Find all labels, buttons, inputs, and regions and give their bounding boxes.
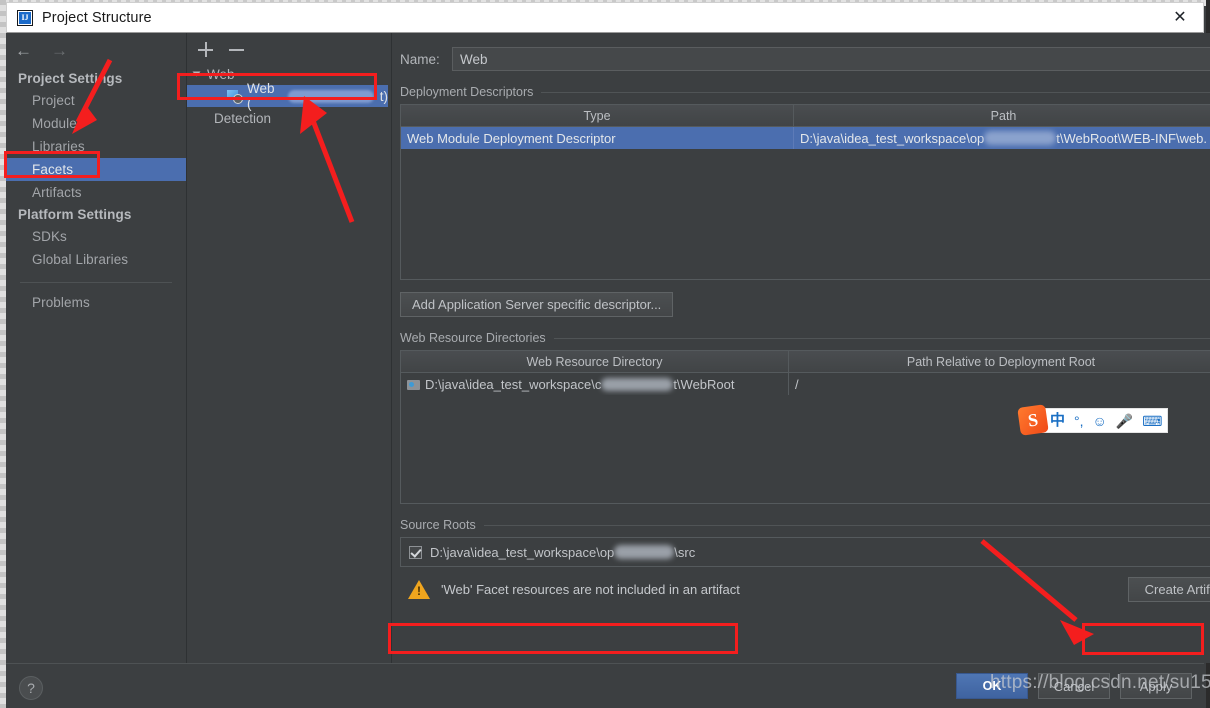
sidebar-nav-arrows: ← → <box>6 36 186 64</box>
cell-descriptor-path-suffix: t\WebRoot\WEB-INF\web. <box>1056 130 1208 146</box>
watermark-text: https://blog.csdn.net/su1573 <box>990 672 1210 693</box>
help-icon[interactable]: ? <box>19 676 43 700</box>
section-divider <box>553 337 1210 339</box>
cell-descriptor-type: Web Module Deployment Descriptor <box>407 130 616 146</box>
settings-sidebar: ← → Project Settings Project Modules Lib… <box>6 33 187 663</box>
cell-web-resource-directory-prefix: D:\java\idea_test_workspace\c <box>425 376 602 392</box>
sidebar-item-artifacts[interactable]: Artifacts <box>6 181 186 204</box>
facet-name-input[interactable] <box>452 47 1210 71</box>
column-header-web-resource-directory[interactable]: Web Resource Directory <box>401 351 788 372</box>
source-root-path: D:\java\idea_test_workspace\op \src <box>430 545 695 560</box>
project-structure-dialog: Project Structure ✕ ← → Project Settings… <box>0 0 1210 708</box>
ime-language-icon[interactable]: 中 <box>1050 413 1065 428</box>
tree-node-detection[interactable]: Detection <box>187 107 391 129</box>
redacted-module-name <box>288 89 374 103</box>
redacted-path-segment <box>601 377 674 391</box>
ime-keyboard-icon[interactable]: ⌨ <box>1142 414 1162 428</box>
back-arrow-icon[interactable]: ← <box>15 42 32 59</box>
tree-node-web-facet-label-prefix: Web ( <box>247 81 275 111</box>
source-root-checkbox[interactable] <box>409 545 422 559</box>
window-titlebar: Project Structure ✕ <box>6 2 1204 33</box>
tree-node-web-facet-label-suffix: t) <box>379 88 388 104</box>
section-divider <box>541 91 1210 93</box>
web-facet-icon <box>227 89 243 104</box>
table-row[interactable]: D:\java\idea_test_workspace\c t\WebRoot / <box>401 373 1210 395</box>
sogou-logo-icon[interactable]: S <box>1017 404 1049 436</box>
deployment-descriptors-table: Type Path Web Module Deployment Descript… <box>400 104 1210 280</box>
remove-facet-icon[interactable] <box>229 42 244 57</box>
facet-name-label: Name: <box>400 51 440 67</box>
sidebar-group-project-settings: Project Settings <box>18 71 123 86</box>
facets-tree-toolbar <box>187 36 391 63</box>
window-title: Project Structure <box>42 9 152 26</box>
source-root-path-prefix: D:\java\idea_test_workspace\op <box>430 544 615 560</box>
deployment-descriptors-table-wrap: Type Path Web Module Deployment Descript… <box>400 104 1210 280</box>
facet-name-row: Name: <box>392 33 1210 71</box>
column-header-path[interactable]: Path <box>793 105 1210 126</box>
sidebar-item-libraries[interactable]: Libraries <box>6 135 186 158</box>
web-resource-directories-table-body: D:\java\idea_test_workspace\c t\WebRoot / <box>401 373 1210 503</box>
deployment-descriptors-section: Deployment Descriptors Type Path Web Mod… <box>392 85 1210 317</box>
column-header-type[interactable]: Type <box>401 105 793 126</box>
tree-node-web-group-label: Web <box>207 66 235 82</box>
redacted-path-segment <box>984 131 1057 145</box>
sidebar-item-facets[interactable]: Facets <box>6 158 186 181</box>
add-application-server-descriptor-button[interactable]: Add Application Server specific descript… <box>400 292 674 317</box>
sidebar-item-problems[interactable]: Problems <box>6 291 186 314</box>
create-artifact-button[interactable]: Create Artifact <box>1127 577 1210 602</box>
sidebar-item-sdks[interactable]: SDKs <box>6 225 186 248</box>
warning-message: 'Web' Facet resources are not included i… <box>441 582 740 597</box>
source-roots-title: Source Roots <box>400 518 476 532</box>
redacted-path-segment <box>614 545 675 559</box>
table-row[interactable]: Web Module Deployment Descriptor D:\java… <box>401 127 1210 149</box>
sogou-ime-toolbar[interactable]: S 中 °, ☺ 🎤 ⌨ <box>1017 404 1169 436</box>
sidebar-divider <box>20 282 172 283</box>
section-divider <box>483 524 1210 526</box>
web-resource-directories-title: Web Resource Directories <box>400 331 546 345</box>
ime-emoji-icon[interactable]: ☺ <box>1093 414 1107 428</box>
cell-web-resource-directory-suffix: t\WebRoot <box>673 376 735 392</box>
sidebar-item-list: Project Settings Project Modules Librari… <box>6 68 186 314</box>
warning-banner: 'Web' Facet resources are not included i… <box>400 576 748 603</box>
source-roots-list: D:\java\idea_test_workspace\op \src <box>400 537 1210 567</box>
source-roots-title-row: Source Roots <box>400 518 1210 532</box>
deployment-descriptors-title: Deployment Descriptors <box>400 85 534 99</box>
cell-descriptor-path: D:\java\idea_test_workspace\op t\WebRoot\… <box>793 127 1210 149</box>
cell-path-relative: / <box>788 373 1210 395</box>
table-header-row: Type Path <box>401 105 1210 127</box>
tree-node-detection-label: Detection <box>214 110 272 126</box>
sidebar-item-project[interactable]: Project <box>6 89 186 112</box>
facet-detail-panel: Name: Deployment Descriptors Type Path <box>392 33 1210 663</box>
sidebar-group-platform-settings: Platform Settings <box>18 207 132 222</box>
web-resource-directories-title-row: Web Resource Directories <box>400 331 1210 345</box>
ime-microphone-icon[interactable]: 🎤 <box>1116 414 1133 428</box>
cell-descriptor-path-prefix: D:\java\idea_test_workspace\op <box>800 130 985 146</box>
tree-node-web-facet[interactable]: Web ( t) <box>187 81 388 111</box>
folder-icon <box>407 379 420 390</box>
chevron-down-icon[interactable] <box>192 71 201 77</box>
column-header-path-relative[interactable]: Path Relative to Deployment Root <box>788 351 1210 372</box>
add-facet-icon[interactable] <box>198 42 213 57</box>
ime-punctuation-icon[interactable]: °, <box>1074 414 1084 428</box>
sidebar-item-modules[interactable]: Modules <box>6 112 186 135</box>
forward-arrow-icon[interactable]: → <box>51 42 68 59</box>
table-header-row: Web Resource Directory Path Relative to … <box>401 351 1210 373</box>
source-roots-section: Source Roots D:\java\idea_test_workspace… <box>392 518 1210 603</box>
deployment-descriptors-title-row: Deployment Descriptors <box>400 85 1210 99</box>
close-icon[interactable]: ✕ <box>1157 3 1203 32</box>
tree-node-web-group[interactable]: Web <box>187 63 391 85</box>
warning-and-action-row: 'Web' Facet resources are not included i… <box>400 576 1210 603</box>
facets-tree-panel: Web Web ( t) Detection <box>187 33 392 663</box>
deployment-descriptors-table-body: Web Module Deployment Descriptor D:\java… <box>401 127 1210 279</box>
sidebar-item-global-libraries[interactable]: Global Libraries <box>6 248 186 271</box>
intellij-idea-icon <box>17 9 33 26</box>
warning-triangle-icon <box>408 580 430 599</box>
cell-web-resource-directory: D:\java\idea_test_workspace\c t\WebRoot <box>401 373 788 395</box>
source-root-path-suffix: \src <box>674 544 696 560</box>
dialog-body: ← → Project Settings Project Modules Lib… <box>6 33 1210 663</box>
